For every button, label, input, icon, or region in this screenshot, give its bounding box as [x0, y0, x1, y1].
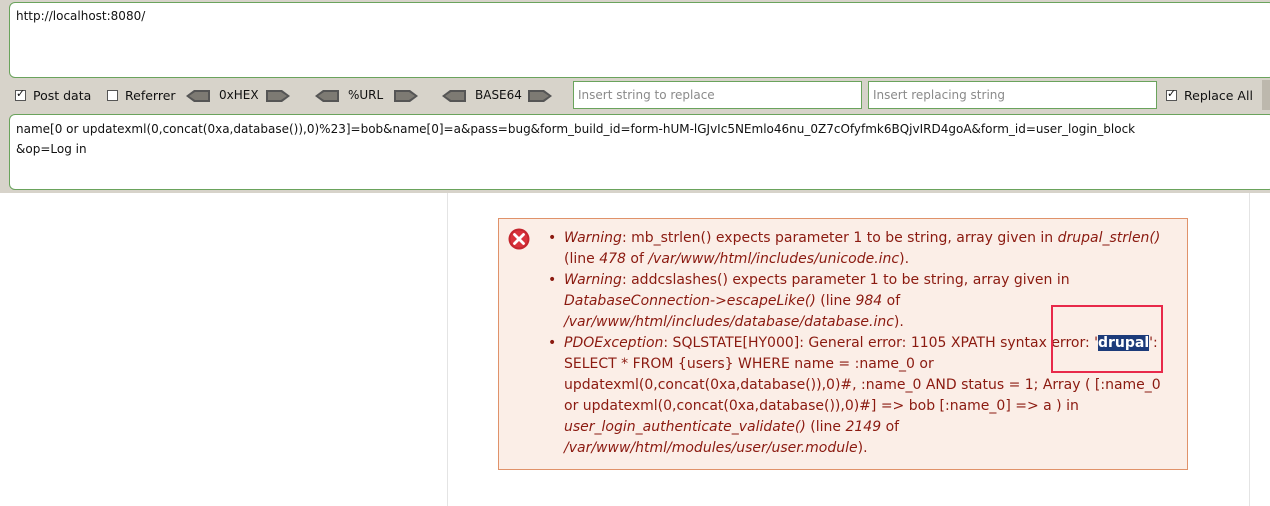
toolbar-scrollbar[interactable]	[1262, 80, 1270, 110]
replace-all-label[interactable]: Replace All	[1184, 88, 1253, 103]
base64-label: BASE64	[475, 88, 522, 102]
hackbar-panel: http://localhost:8080/ Post data Referre…	[0, 0, 1270, 193]
content-left-border	[447, 193, 448, 506]
post-data-textarea[interactable]: name[0 or updatexml(0,concat(0xa,databas…	[9, 114, 1270, 190]
base64-encode-arrow-icon[interactable]	[528, 90, 552, 102]
post-data-label[interactable]: Post data	[33, 88, 91, 103]
replace-string-input[interactable]: Insert string to replace	[573, 81, 862, 109]
error-kind: PDOException	[564, 335, 664, 351]
error-kind: Warning	[564, 230, 622, 246]
replacing-string-input[interactable]: Insert replacing string	[868, 81, 1157, 109]
hex-decode-arrow-icon[interactable]	[186, 90, 210, 102]
url-label: %URL	[348, 88, 384, 102]
error-item-1: Warning: mb_strlen() expects parameter 1…	[548, 228, 1168, 270]
base64-decode-arrow-icon[interactable]	[442, 90, 466, 102]
post-data-checkbox[interactable]	[15, 87, 26, 101]
replace-all-checkbox[interactable]	[1166, 87, 1177, 101]
content-right-border	[1249, 193, 1250, 506]
hex-encode-arrow-icon[interactable]	[266, 90, 290, 102]
error-kind: Warning	[564, 272, 622, 288]
url-textarea[interactable]: http://localhost:8080/	[9, 2, 1270, 78]
url-decode-arrow-icon[interactable]	[315, 90, 339, 102]
url-encode-arrow-icon[interactable]	[394, 90, 418, 102]
hex-label: 0xHEX	[219, 88, 259, 102]
referrer-checkbox[interactable]	[107, 90, 118, 101]
annotation-rectangle	[1051, 305, 1163, 373]
referrer-label[interactable]: Referrer	[125, 88, 176, 103]
error-icon	[508, 228, 530, 250]
